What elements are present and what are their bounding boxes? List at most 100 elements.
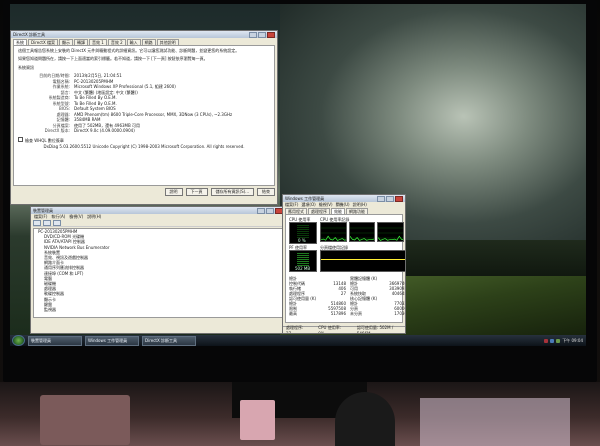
cpu-usage-value: 0 % bbox=[298, 238, 306, 243]
task-task-manager[interactable]: Windows 工作管理員 bbox=[85, 335, 139, 346]
system-info-value: DirectX 9.0c (4.09.0000.0904) bbox=[74, 128, 135, 133]
cpu-history-line-1 bbox=[321, 227, 346, 241]
stat-row: 最高 517896 bbox=[289, 311, 346, 316]
forward-icon[interactable] bbox=[43, 220, 51, 226]
cpu-usage-meter bbox=[297, 225, 309, 238]
next-page-button[interactable]: 下一頁 bbox=[185, 188, 208, 196]
desk-bag bbox=[40, 395, 130, 445]
volume-icon[interactable] bbox=[556, 338, 561, 343]
tab-display[interactable]: 顯示 bbox=[59, 39, 73, 45]
tab-sound-2[interactable]: 音效 2 bbox=[107, 39, 126, 45]
clock[interactable]: 下午 09:04 bbox=[562, 338, 583, 344]
minimize-button[interactable] bbox=[257, 207, 265, 214]
stat-row: 未分頁 17036 bbox=[350, 311, 406, 316]
system-tray: 下午 09:04 bbox=[544, 338, 586, 344]
cpu-history-polyline bbox=[349, 235, 375, 241]
cpu-history-polyline bbox=[321, 235, 346, 241]
taskmgr-statusbar: 處理程序: 27 CPU 使用率: 0% 認可使用量: 502M / 5466M bbox=[283, 324, 405, 334]
pf-usage-meter bbox=[297, 253, 309, 266]
status-commit: 認可使用量: 502M / 5466M bbox=[356, 324, 394, 334]
stats-right-column: 實體記憶體 (K) 總計 3669740 可用 3039092 系統快取 404648 核心記… bbox=[350, 276, 406, 316]
back-icon[interactable] bbox=[33, 220, 41, 226]
menu-view[interactable]: 檢視(V) bbox=[319, 202, 333, 207]
help-button[interactable]: 說明 bbox=[164, 188, 183, 196]
whql-checkbox-row[interactable]: 檢查 WHQL 數位簽章 bbox=[18, 136, 270, 144]
device-manager-window: 裝置管理員 檔案(F) 執行(A) 檢視(V) 說明(H) PC-2013020… bbox=[30, 206, 286, 334]
cpu-history-line-2 bbox=[349, 227, 375, 241]
system-info-fields: 目前的日期/時間: 2013年2月5日, 21:04:51 電腦名稱: PC-2013… bbox=[18, 73, 270, 134]
properties-icon[interactable] bbox=[53, 220, 61, 226]
menu-help[interactable]: 說明(H) bbox=[87, 214, 101, 220]
cpu-history-core-1 bbox=[320, 222, 347, 242]
task-device-manager[interactable]: 裝置管理員 bbox=[28, 335, 82, 346]
section-title: 系統資訊 bbox=[18, 65, 34, 70]
close-button[interactable] bbox=[267, 31, 275, 38]
performance-panel: CPU 使用率 0 % CPU 使用率記錄 PF 使用率 502 MB 分頁檔使… bbox=[285, 214, 406, 323]
devmgr-title: 裝置管理員 bbox=[33, 207, 53, 213]
maximize-button[interactable] bbox=[386, 195, 394, 202]
stat-value: 517896 bbox=[330, 311, 346, 316]
menu-help[interactable]: 說明(H) bbox=[353, 202, 367, 207]
whql-checkbox-label: 檢查 WHQL 數位簽章 bbox=[25, 137, 64, 143]
monitor-screen: DirectX 診斷工具 系統 DirectX 檔案 顯示 轉譯 音效 1 音效… bbox=[10, 4, 586, 346]
taskbar: 裝置管理員 Windows 工作管理員 DirectX 診斷工具 下午 09:0… bbox=[10, 335, 586, 346]
device-tree: PC-20130205PMHM DVD/CD-ROM 光碟機 IDE ATA/ATA… bbox=[33, 228, 283, 318]
desk-cloth bbox=[420, 398, 570, 446]
tab-more-help[interactable]: 其他說明 bbox=[156, 39, 179, 45]
intro-line-2: 如果您知道問題所在，請按一下上面適當的索引標籤。若不知道，請按一下 [下一頁] … bbox=[18, 56, 208, 61]
menu-view[interactable]: 檢視(V) bbox=[69, 214, 83, 220]
whql-checkbox[interactable] bbox=[18, 136, 23, 142]
performance-stats: 總計 控制代碼 13148 執行緒 406 處理程序 27 認可使用量 (K) 總計 514860… bbox=[286, 274, 406, 316]
desk-box bbox=[240, 400, 275, 440]
dxdiag-window: DirectX 診斷工具 系統 DirectX 檔案 顯示 轉譯 音效 1 音效… bbox=[10, 30, 278, 205]
stat-value: 17036 bbox=[394, 311, 406, 316]
desk-speaker bbox=[335, 392, 395, 446]
status-processes: 處理程序: 27 bbox=[286, 324, 304, 334]
pf-history-line bbox=[321, 259, 405, 260]
taskmgr-tabs: 應用程式 處理程序 效能 網路功能 bbox=[283, 207, 405, 214]
stat-value: 404648 bbox=[391, 291, 406, 296]
maximize-button[interactable] bbox=[258, 31, 266, 38]
cpu-history-core-3 bbox=[377, 222, 405, 242]
cpu-history-core-2 bbox=[348, 222, 376, 242]
pf-usage-graph: 502 MB bbox=[289, 250, 317, 272]
maximize-button[interactable] bbox=[266, 207, 274, 214]
dxdiag-title: DirectX 診斷工具 bbox=[13, 31, 45, 37]
pf-history-graph bbox=[320, 250, 405, 272]
taskmgr-titlebar[interactable]: Windows 工作管理員 bbox=[283, 195, 405, 202]
exit-button[interactable]: 結束 bbox=[257, 188, 275, 196]
task-manager-window: Windows 工作管理員 檔案(F) 選項(O) 檢視(V) 關機(U) 說明… bbox=[282, 194, 406, 334]
menu-options[interactable]: 選項(O) bbox=[301, 202, 315, 207]
tab-network[interactable]: 網路 bbox=[141, 39, 156, 45]
devmgr-titlebar[interactable]: 裝置管理員 bbox=[31, 207, 285, 214]
cpu-history-graphs bbox=[320, 222, 405, 242]
tab-input[interactable]: 輸入 bbox=[126, 39, 141, 45]
save-all-info-button[interactable]: 儲存所有資訊(S)... bbox=[210, 188, 254, 196]
cpu-history-line-3 bbox=[378, 227, 404, 241]
tab-system[interactable]: 系統 bbox=[13, 39, 27, 45]
tab-sound-1[interactable]: 音效 1 bbox=[89, 39, 107, 45]
dxdiag-panel: 這個工具報告您系統上安裝的 DirectX 元件與驅動程式的詳細資訊。它可以讓您… bbox=[13, 45, 275, 186]
task-dxdiag[interactable]: DirectX 診斷工具 bbox=[142, 335, 196, 346]
menu-file[interactable]: 檔案(F) bbox=[285, 202, 298, 207]
menu-shutdown[interactable]: 關機(U) bbox=[336, 202, 350, 207]
stat-label: 最高 bbox=[289, 311, 297, 316]
start-button[interactable] bbox=[12, 335, 25, 346]
device-category-item[interactable]: 監視器 bbox=[34, 307, 282, 312]
minimize-button[interactable] bbox=[377, 195, 385, 202]
cpu-usage-graph: 0 % bbox=[289, 222, 317, 244]
devmgr-toolbar bbox=[33, 220, 283, 227]
taskmgr-title: Windows 工作管理員 bbox=[285, 195, 325, 201]
system-info-label: DirectX 版本: bbox=[44, 128, 70, 133]
cpu-history-polyline bbox=[378, 235, 404, 241]
antivirus-icon[interactable] bbox=[544, 338, 549, 343]
photo-scene: DirectX 診斷工具 系統 DirectX 檔案 顯示 轉譯 音效 1 音效… bbox=[0, 0, 600, 446]
tab-render[interactable]: 轉譯 bbox=[74, 39, 88, 45]
network-icon[interactable] bbox=[550, 338, 555, 343]
close-button[interactable] bbox=[395, 195, 403, 202]
tab-directx-files[interactable]: DirectX 檔案 bbox=[28, 39, 58, 45]
stat-label: 未分頁 bbox=[350, 311, 362, 316]
dxdiag-tabs: 系統 DirectX 檔案 顯示 轉譯 音效 1 音效 2 輸入 網路 其他說明 bbox=[11, 38, 277, 45]
dxdiag-titlebar[interactable]: DirectX 診斷工具 bbox=[11, 31, 277, 38]
minimize-button[interactable] bbox=[249, 31, 257, 38]
